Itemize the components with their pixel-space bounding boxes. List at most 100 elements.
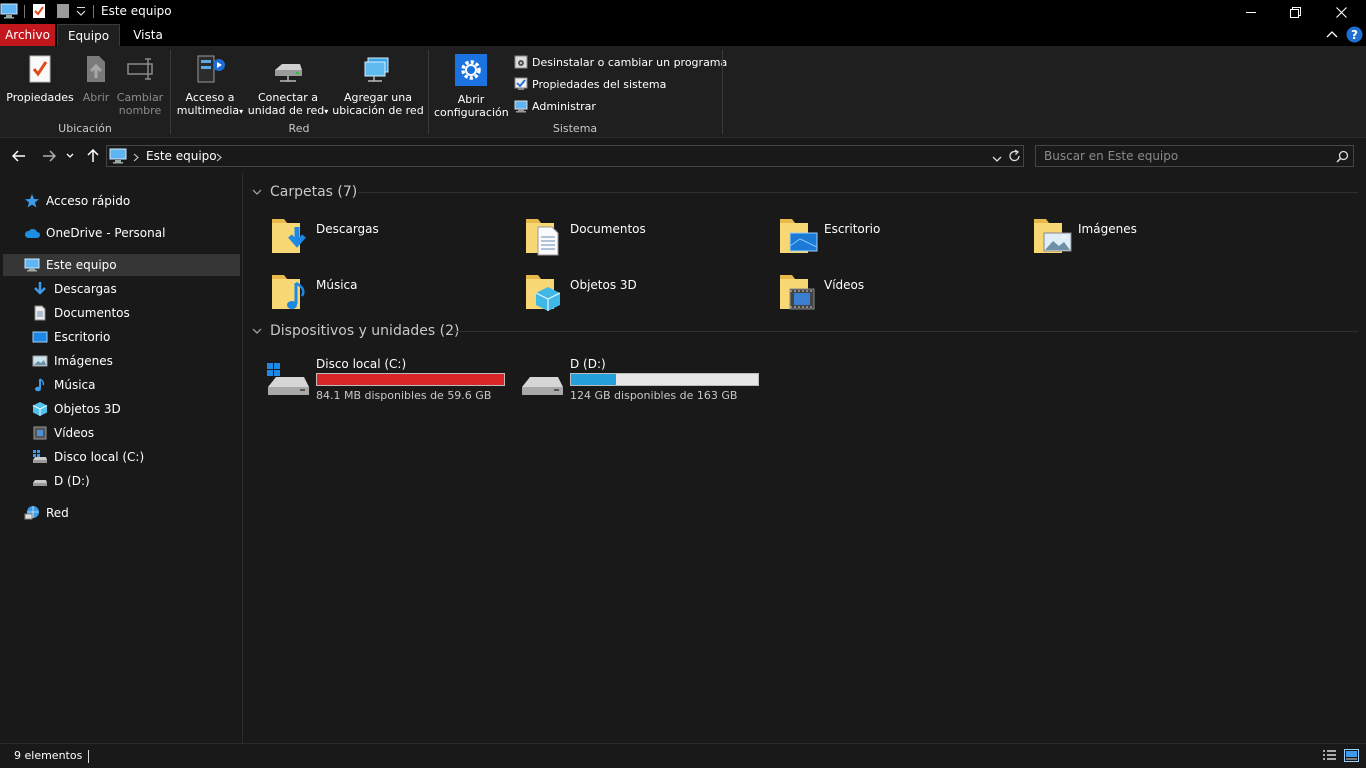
videos-folder-icon: [778, 269, 818, 316]
navigation-bar: Este equipo Buscar en Este equipo: [0, 139, 1366, 173]
devices-section-header[interactable]: Dispositivos y unidades (2): [252, 320, 460, 342]
sidebar-item-acceso-rapido[interactable]: Acceso rápido: [24, 190, 240, 212]
downloads-icon: [34, 282, 46, 295]
folder-tile[interactable]: Documentos: [524, 213, 774, 263]
search-input[interactable]: Buscar en Este equipo: [1035, 145, 1354, 167]
sidebar-item-onedrive[interactable]: OneDrive - Personal: [24, 222, 240, 244]
sidebar-item-escritorio[interactable]: Escritorio: [32, 326, 240, 348]
cambiar-nombre-button[interactable]: Cambiar nombre: [116, 54, 164, 117]
folder-tile[interactable]: Escritorio: [778, 213, 1028, 263]
back-arrow-icon: [12, 150, 25, 162]
tab-vista[interactable]: Vista: [124, 24, 172, 46]
sidebar-item-disco-local-c[interactable]: Disco local (C:): [32, 446, 240, 468]
onedrive-cloud-icon: [24, 228, 40, 238]
chevron-down-icon: [252, 328, 262, 334]
status-bar: 9 elementos: [0, 743, 1366, 768]
breadcrumb-chevron-icon[interactable]: [216, 151, 222, 165]
sidebar-item-d[interactable]: D (D:): [32, 470, 240, 492]
acceso-multimedia-button[interactable]: Acceso a multimedia▾: [176, 54, 244, 118]
recent-locations-button[interactable]: [64, 147, 76, 165]
drive-usage-fill: [571, 374, 616, 385]
sidebar-item-musica[interactable]: Música: [32, 374, 240, 396]
search-icon[interactable]: [1336, 150, 1349, 166]
uninstall-program-icon: [514, 55, 528, 69]
collapse-ribbon-chevron-icon[interactable]: [1326, 29, 1338, 43]
tab-archivo[interactable]: Archivo: [0, 24, 55, 46]
desinstalar-programa-button[interactable]: Desinstalar o cambiar un programa: [514, 53, 727, 71]
navigation-pane: Acceso rápido OneDrive - Personal Este e…: [0, 173, 243, 743]
sidebar-item-imagenes[interactable]: Imágenes: [32, 350, 240, 372]
abrir-button[interactable]: Abrir: [80, 54, 112, 104]
drive-name: Disco local (C:): [316, 357, 407, 371]
drive-free-space: 124 GB disponibles de 163 GB: [570, 389, 738, 402]
folder-tile[interactable]: Objetos 3D: [524, 269, 774, 319]
sidebar-item-red[interactable]: Red: [24, 502, 240, 524]
breadcrumb-este-equipo[interactable]: Este equipo: [146, 149, 217, 163]
title-bar: Este equipo: [0, 0, 1366, 24]
drive-tile-d[interactable]: D (D:) 124 GB disponibles de 163 GB: [520, 357, 770, 405]
properties-quick-access-icon[interactable]: [32, 3, 46, 22]
abrir-configuracion-button[interactable]: Abrir configuración: [434, 54, 509, 119]
help-icon[interactable]: ?: [1346, 26, 1363, 46]
drive-tile-c[interactable]: Disco local (C:) 84.1 MB disponibles de …: [266, 357, 516, 405]
address-bar[interactable]: Este equipo: [106, 145, 1024, 167]
manage-computer-icon: [514, 100, 528, 113]
agregar-ubicacion-red-button[interactable]: Agregar una ubicación de red: [332, 54, 424, 117]
this-pc-icon: [24, 258, 40, 272]
folders-section-header[interactable]: Carpetas (7): [252, 181, 357, 203]
refresh-icon[interactable]: [1008, 149, 1021, 166]
minimize-icon: [1246, 12, 1256, 13]
drive-free-space: 84.1 MB disponibles de 59.6 GB: [316, 389, 492, 402]
rename-icon: [116, 54, 164, 87]
group-label-ubicacion: Ubicación: [58, 122, 112, 135]
up-arrow-icon: [87, 149, 99, 162]
item-count: 9 elementos: [14, 749, 83, 762]
content-pane: Carpetas (7) Descargas Documentos Escrit…: [244, 173, 1366, 743]
sidebar-item-descargas[interactable]: Descargas: [32, 278, 240, 300]
address-history-chevron-icon[interactable]: [992, 152, 1002, 166]
drive-c-icon: [33, 450, 47, 463]
3d-objects-icon: [32, 402, 48, 416]
chevron-down-icon: [66, 153, 74, 158]
close-icon: [1335, 6, 1347, 18]
folder-tile[interactable]: Música: [270, 269, 520, 319]
add-network-location-icon: [332, 54, 424, 87]
3d-objects-folder-icon: [524, 269, 564, 316]
forward-button[interactable]: [40, 147, 58, 165]
customize-quick-access-chevron-icon[interactable]: [76, 6, 86, 21]
system-properties-icon: [514, 77, 528, 90]
svg-text:?: ?: [1351, 28, 1358, 42]
sidebar-item-documentos[interactable]: Documentos: [32, 302, 240, 324]
folder-tile[interactable]: Vídeos: [778, 269, 1028, 319]
new-folder-quick-access-icon[interactable]: [56, 3, 70, 22]
search-placeholder: Buscar en Este equipo: [1044, 149, 1179, 163]
media-access-icon: [176, 54, 244, 87]
propiedades-button[interactable]: Propiedades: [6, 54, 74, 104]
minimize-button[interactable]: [1228, 0, 1274, 24]
this-pc-icon: [0, 3, 18, 22]
settings-gear-icon: [434, 54, 508, 89]
drive-name: D (D:): [570, 357, 606, 371]
sidebar-item-este-equipo[interactable]: Este equipo: [3, 254, 240, 276]
network-icon: [24, 506, 39, 520]
up-button[interactable]: [84, 147, 102, 165]
folder-tile[interactable]: Imágenes: [1032, 213, 1282, 263]
folder-tile[interactable]: Descargas: [270, 213, 520, 263]
details-view-icon[interactable]: [1322, 749, 1337, 765]
restore-button[interactable]: [1272, 0, 1318, 24]
quick-access-star-icon: [25, 194, 39, 208]
tab-equipo[interactable]: Equipo: [57, 24, 120, 47]
breadcrumb-chevron-icon[interactable]: [133, 151, 139, 165]
back-button[interactable]: [10, 147, 28, 165]
administrar-button[interactable]: Administrar: [514, 97, 596, 115]
forward-arrow-icon: [43, 150, 56, 162]
large-icons-view-icon[interactable]: [1344, 749, 1359, 765]
propiedades-sistema-button[interactable]: Propiedades del sistema: [514, 75, 666, 93]
music-folder-icon: [270, 269, 310, 316]
drive-usage-bar: [570, 373, 759, 386]
sidebar-item-objetos-3d[interactable]: Objetos 3D: [32, 398, 240, 420]
conectar-unidad-red-button[interactable]: Conectar a unidad de red▾: [246, 54, 330, 118]
close-button[interactable]: [1318, 0, 1364, 24]
sidebar-item-videos[interactable]: Vídeos: [32, 422, 240, 444]
pictures-icon: [32, 355, 48, 367]
